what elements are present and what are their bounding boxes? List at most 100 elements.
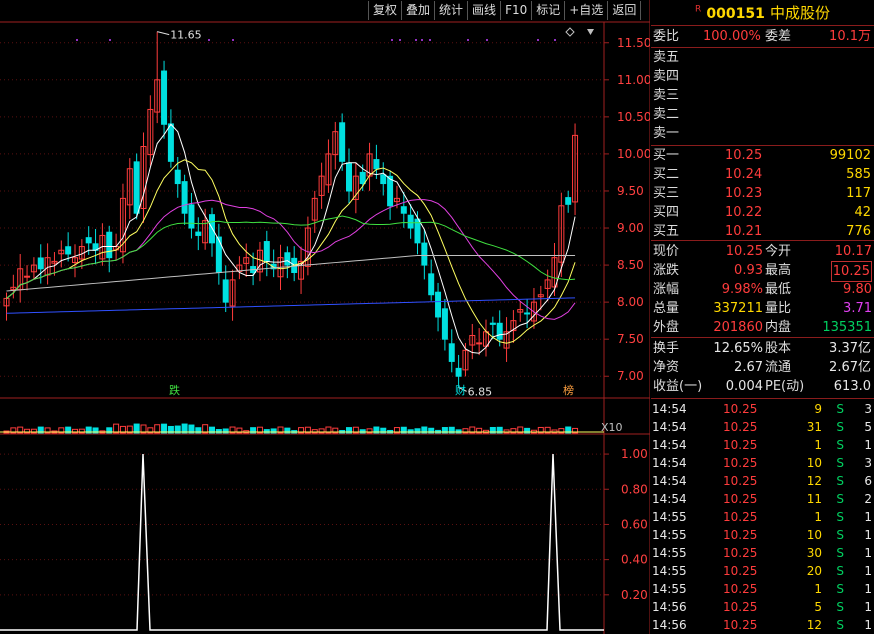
quote-panel: R 000151 中成股份 委比 100.00% 委差 10.1万 卖五 卖四 卖三…	[651, 0, 874, 634]
candle-body	[263, 241, 270, 262]
price-axis-label: 9.50	[617, 184, 644, 198]
tick-price: 10.25	[723, 546, 758, 560]
tick-price: 10.25	[723, 474, 758, 488]
tick-side: S	[836, 564, 844, 578]
bid-volume: 117	[846, 186, 871, 201]
candle-body	[387, 175, 394, 207]
fund-value: 3.37亿	[829, 341, 871, 356]
signal-dot	[486, 39, 488, 41]
tick-price: 10.25	[723, 510, 758, 524]
quote-label: 量比	[765, 301, 792, 316]
volume-bar	[407, 429, 414, 434]
ask-row: 卖三	[651, 86, 874, 105]
tick-side: S	[836, 618, 844, 632]
tick-time: 14:56	[652, 618, 687, 632]
tick-row: 14:54 10.25 10 S 3	[651, 454, 874, 472]
price-axis-label: 11.00	[617, 73, 650, 87]
tick-volume: 1	[814, 510, 822, 524]
tick-side: S	[836, 528, 844, 542]
tick-side: S	[836, 600, 844, 614]
tick-count: 6	[864, 474, 872, 488]
tick-price: 10.25	[723, 492, 758, 506]
quote-value: 9.80	[843, 282, 872, 297]
tick-price: 10.25	[723, 456, 758, 470]
fund-label: 换手	[653, 341, 680, 356]
tick-time: 14:56	[652, 600, 687, 614]
candle-body	[441, 308, 448, 340]
quote-value: 10.17	[834, 244, 872, 259]
tick-count: 1	[864, 600, 872, 614]
quote-value: 3.71	[843, 301, 872, 316]
tick-count: 1	[864, 438, 872, 452]
event-marker-die: 跌	[169, 383, 180, 397]
tick-row: 14:55 10.25 10 S 1	[651, 526, 874, 544]
signal-dot	[232, 39, 234, 41]
fund-value: 2.67亿	[829, 360, 871, 375]
candle-body	[373, 159, 380, 170]
stock-header: R 000151 中成股份	[651, 2, 874, 24]
candle-body	[195, 231, 202, 236]
signal-dot	[537, 39, 539, 41]
tick-volume: 12	[806, 474, 822, 488]
price-axis-label: 7.50	[617, 332, 644, 346]
signal-dot	[467, 39, 469, 41]
indicator-axis-label: 0.40	[621, 553, 648, 567]
ask-label: 卖二	[653, 107, 680, 122]
candle-body	[215, 236, 222, 273]
quote-label: 外盘	[653, 320, 680, 335]
tick-row: 14:54 10.25 1 S 1	[651, 436, 874, 454]
quote-label: 最低	[765, 282, 792, 297]
fund-label: PE(动)	[765, 379, 805, 394]
bid-label: 买一	[653, 148, 680, 163]
tick-time: 14:54	[652, 438, 687, 452]
tick-count: 1	[864, 618, 872, 632]
tick-time: 14:54	[652, 420, 687, 434]
quote-value: 10.25	[830, 261, 872, 282]
quote-label: 涨跌	[653, 263, 680, 278]
low-price-label: 6.85	[468, 385, 493, 398]
kline-chart-area[interactable]: 复权 叠加 统计 画线 F10 标记 +自选 返回 11.50 11.00 10.5…	[0, 0, 650, 634]
quote-label: 涨幅	[653, 282, 680, 297]
bid-row[interactable]: 买四 10.22 42	[651, 203, 874, 222]
tick-time: 14:55	[652, 510, 687, 524]
candle-body	[161, 70, 168, 125]
candle-body	[489, 322, 496, 325]
quote-row: 总量 337211 量比 3.71	[651, 299, 874, 318]
tick-volume: 5	[814, 600, 822, 614]
bid-row[interactable]: 买三 10.23 117	[651, 184, 874, 203]
tick-row: 14:55 10.25 1 S 1	[651, 580, 874, 598]
tick-volume: 10	[806, 456, 822, 470]
tick-row: 14:56 10.25 12 S 1	[651, 616, 874, 634]
bid-row[interactable]: 买五 10.21 776	[651, 222, 874, 241]
tick-side: S	[836, 474, 844, 488]
tick-price: 10.25	[723, 618, 758, 632]
candle-body	[133, 161, 140, 214]
tick-price: 10.25	[723, 600, 758, 614]
quote-value: 0.93	[734, 263, 763, 278]
candle-body	[106, 231, 113, 259]
tick-price: 10.25	[723, 564, 758, 578]
bid-row[interactable]: 买二 10.24 585	[651, 165, 874, 184]
candle-body	[428, 273, 435, 296]
tick-price: 10.25	[723, 582, 758, 596]
tick-count: 1	[864, 564, 872, 578]
tick-side: S	[836, 510, 844, 524]
signal-dot	[415, 39, 417, 41]
kline-svg[interactable]: 11.50 11.00 10.50 10.00 9.50 9.00 8.50 8.00 7.50…	[0, 0, 650, 634]
fund-label: 股本	[765, 341, 792, 356]
indicator-axis-label: 0.20	[621, 588, 648, 602]
bid-row[interactable]: 买一 10.25 99102	[651, 146, 874, 165]
fund-value: 613.0	[833, 379, 871, 394]
bid-price: 10.23	[725, 186, 763, 201]
quote-row: 涨幅 9.98% 最低 9.80	[651, 280, 874, 299]
candle-body	[24, 275, 31, 278]
stock-code: 000151	[706, 6, 765, 22]
bid-price: 10.22	[725, 205, 763, 220]
fund-label: 收益(一)	[653, 379, 703, 394]
candle-body	[380, 174, 387, 185]
tick-time: 14:55	[652, 528, 687, 542]
tick-volume: 11	[806, 492, 822, 506]
ask-label: 卖三	[653, 88, 680, 103]
candle-body	[222, 279, 229, 303]
tick-row: 14:56 10.25 5 S 1	[651, 598, 874, 616]
